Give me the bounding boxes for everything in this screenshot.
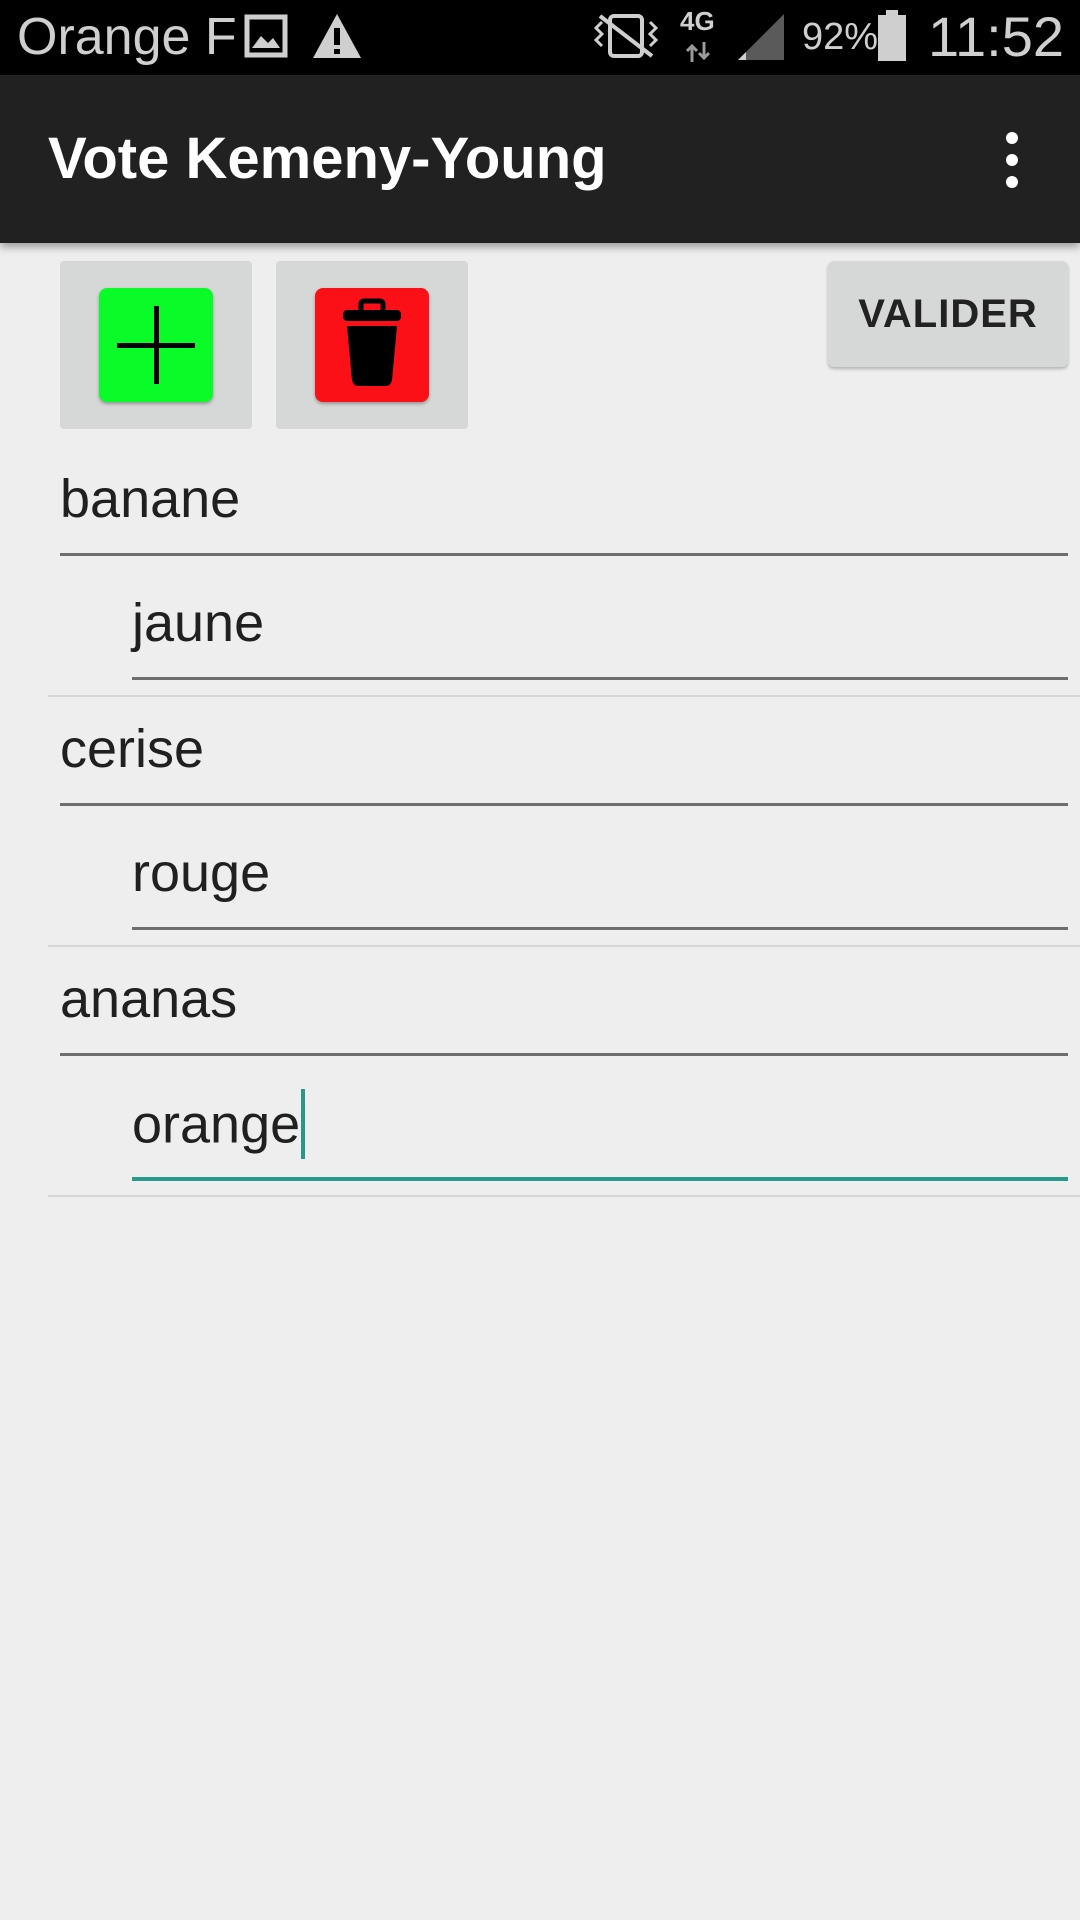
candidate-name-field[interactable]: cerise (60, 697, 1068, 806)
list-item: banane jaune (0, 447, 1080, 697)
battery-icon (878, 10, 906, 61)
candidate-list: banane jaune cerise rouge ananas orange (0, 447, 1080, 1197)
candidate-name-field[interactable]: ananas (60, 947, 1068, 1056)
candidate-name-text: cerise (60, 719, 205, 779)
candidate-name-text: banane (60, 469, 241, 529)
candidate-description-field[interactable]: jaune (132, 571, 1068, 680)
candidate-description-input: orange (132, 1089, 306, 1163)
menu-dot (1006, 132, 1018, 144)
delete-button-face (315, 288, 429, 402)
validate-button[interactable]: VALIDER (828, 261, 1068, 367)
warning-icon (313, 14, 361, 58)
divider (48, 1195, 1080, 1197)
delete-candidate-button[interactable] (276, 261, 468, 429)
app-bar: Vote Kemeny-Young (0, 75, 1080, 243)
text-cursor (301, 1089, 306, 1159)
menu-dot (1006, 154, 1018, 166)
candidate-description-field[interactable]: orange (132, 1071, 1068, 1181)
candidate-name-text: ananas (60, 969, 238, 1029)
signal-strength-icon (738, 14, 784, 60)
page-title: Vote Kemeny-Young (48, 126, 607, 191)
list-item: cerise rouge (0, 697, 1080, 947)
carrier-label: Orange F (17, 8, 237, 66)
candidate-description-field[interactable]: rouge (132, 821, 1068, 930)
more-vert-icon[interactable] (982, 115, 1042, 205)
list-item: ananas orange (0, 947, 1080, 1197)
data-arrows-icon (685, 42, 711, 62)
plus-icon (117, 306, 195, 384)
candidate-description-text: orange (132, 1094, 301, 1155)
trash-icon (343, 298, 401, 386)
candidate-description-text: jaune (132, 593, 265, 653)
menu-dot (1006, 176, 1018, 188)
image-notification-icon (244, 14, 288, 58)
vibrate-mute-icon (593, 14, 659, 58)
candidate-description-text: rouge (132, 843, 271, 903)
status-bar: Orange F 4G 92% 11:52 (0, 0, 1080, 75)
add-candidate-button[interactable] (60, 261, 252, 429)
add-button-face (99, 288, 213, 402)
clock: 11:52 (928, 5, 1064, 68)
battery-percent: 92% (802, 16, 879, 58)
candidate-name-field[interactable]: banane (60, 447, 1068, 556)
